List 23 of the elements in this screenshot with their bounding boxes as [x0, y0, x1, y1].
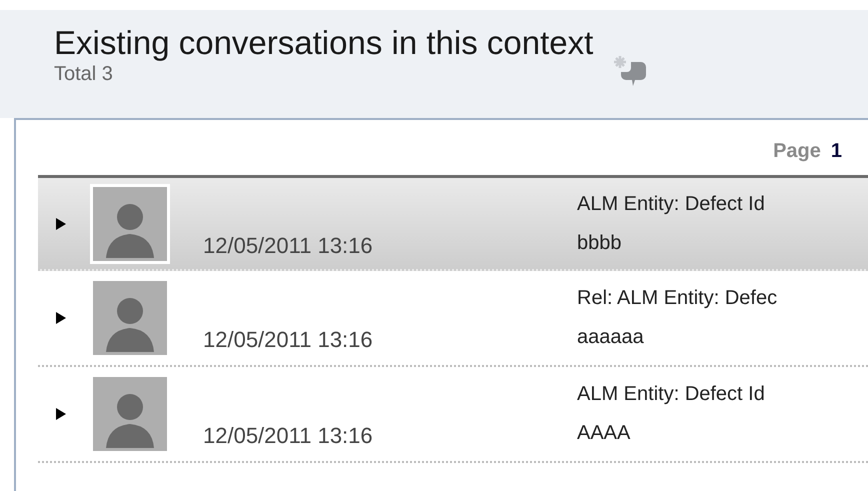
avatar-icon — [90, 184, 170, 264]
conversation-title: ALM Entity: Defect Id — [577, 192, 765, 216]
total-count: Total 3 — [54, 62, 114, 86]
page-number[interactable]: 1 — [830, 140, 842, 163]
conversation-row[interactable]: 12/05/2011 13:16 ALM Entity: Defect Id AAAA — [38, 367, 868, 463]
page-title: Existing conversations in this context — [54, 24, 594, 62]
conversation-date: 12/05/2011 13:16 — [203, 327, 374, 353]
conversation-message: aaaaaa — [577, 326, 645, 349]
avatar-icon — [90, 278, 170, 358]
conversation-row[interactable]: 12/05/2011 13:16 ALM Entity: Defect Id bbbb — [38, 175, 868, 271]
expand-arrow-icon[interactable] — [56, 408, 66, 420]
conversation-title: ALM Entity: Defect Id — [577, 383, 765, 406]
conversation-title: Rel: ALM Entity: Defec — [577, 287, 778, 310]
conversation-message: AAAA — [577, 422, 632, 445]
page-label: Page — [773, 140, 821, 163]
conversation-date: 12/05/2011 13:16 — [203, 423, 374, 449]
conversation-message: bbbb — [577, 232, 622, 254]
expand-arrow-icon[interactable] — [56, 312, 66, 324]
avatar-icon — [90, 374, 170, 454]
expand-arrow-icon[interactable] — [56, 218, 66, 230]
new-conversation-icon[interactable] — [613, 54, 648, 88]
conversation-row[interactable]: 12/05/2011 13:16 Rel: ALM Entity: Defec aaaaaa — [38, 271, 868, 367]
conversation-date: 12/05/2011 13:16 — [203, 232, 374, 258]
